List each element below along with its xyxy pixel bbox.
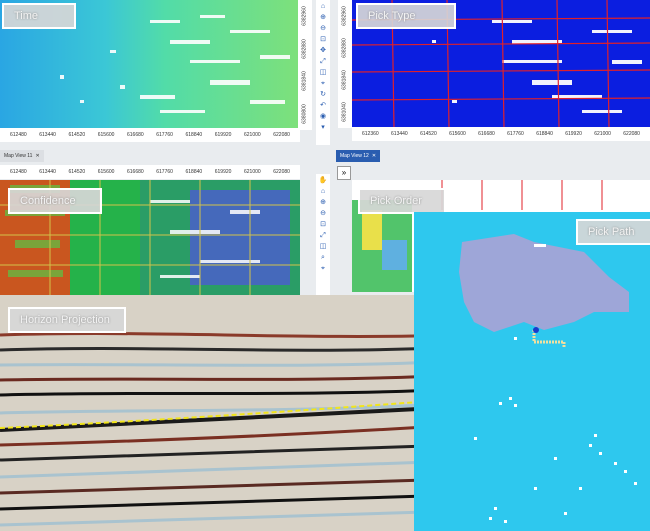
zoom-in-icon[interactable]: ⊕ xyxy=(320,14,326,22)
tick: 622080 xyxy=(273,169,290,175)
tick: 619920 xyxy=(565,131,582,137)
tick: 612480 xyxy=(10,132,27,138)
tick: 614520 xyxy=(68,132,86,138)
tick: 6381040 xyxy=(342,102,348,122)
measure-icon[interactable]: ⌖ xyxy=(321,265,325,273)
select-icon[interactable]: ◫ xyxy=(320,69,327,77)
measure-icon[interactable]: ⌖ xyxy=(321,80,325,88)
tick: 614520 xyxy=(420,131,437,137)
tick: 615600 xyxy=(97,169,115,175)
zoom-box-icon[interactable]: ⊡ xyxy=(320,221,326,229)
tab-label: Map View 12 xyxy=(340,153,369,159)
fit-icon[interactable]: ⤢ xyxy=(320,58,326,66)
tick: 616680 xyxy=(127,132,144,138)
pick-path-label: Pick Path xyxy=(576,219,650,245)
tick: 622080 xyxy=(623,131,640,137)
tick: 619920 xyxy=(214,169,232,175)
tick: 617760 xyxy=(156,169,173,175)
tick: 612480 xyxy=(10,169,27,175)
tick: 619920 xyxy=(214,132,232,138)
tick: 621000 xyxy=(244,132,261,138)
tick: 618840 xyxy=(536,131,553,137)
pan-icon[interactable]: ✥ xyxy=(320,47,326,55)
tick: 613440 xyxy=(39,132,56,138)
tick: 616680 xyxy=(478,131,495,137)
time-label: Time xyxy=(2,3,76,29)
tab-map-view-12[interactable]: Map View 12 ✕ xyxy=(336,150,381,162)
tab-map-view-11[interactable]: Map View 11 ✕ xyxy=(0,150,44,162)
map-toolbar-middle: ✋ ⌂ ⊕ ⊖ ⊡ ⤢ ◫ ⌕ ⌖ xyxy=(316,174,330,295)
tab-label: Map View 11 xyxy=(4,153,33,159)
tick: 621000 xyxy=(594,131,611,137)
tick: 6382880 xyxy=(302,39,308,59)
horizon-projection-label: Horizon Projection xyxy=(8,307,126,333)
zoom-out-icon[interactable]: ⊖ xyxy=(320,210,326,218)
close-icon[interactable]: ✕ xyxy=(372,153,376,159)
confidence-top-axis: 612480 613440 614520 615600 616680 61776… xyxy=(0,165,300,179)
tick: 618840 xyxy=(185,169,203,175)
pick-path-view[interactable] xyxy=(414,212,650,531)
tick: 616680 xyxy=(127,169,144,175)
tick: 613440 xyxy=(39,169,56,175)
more-icon[interactable]: ▾ xyxy=(321,124,325,132)
pan-hand-icon[interactable]: ✋ xyxy=(319,177,328,185)
tick: 613440 xyxy=(391,131,408,137)
home-icon[interactable]: ⌂ xyxy=(321,3,325,11)
select-icon[interactable]: ◫ xyxy=(320,243,327,251)
tick: 617760 xyxy=(156,132,173,138)
tick: 6380800 xyxy=(302,104,308,124)
tick: 621000 xyxy=(244,169,261,175)
zoom-box-icon[interactable]: ⊡ xyxy=(320,36,326,44)
tick: 612360 xyxy=(362,131,379,137)
tick: 6382960 xyxy=(342,6,348,26)
tick: 615600 xyxy=(97,132,115,138)
close-icon[interactable]: ✕ xyxy=(35,153,39,159)
tick: 615600 xyxy=(449,131,466,137)
tick: 6382880 xyxy=(342,38,348,58)
tick: 6382960 xyxy=(302,6,308,26)
expand-button[interactable]: » xyxy=(337,166,351,180)
undo-icon[interactable]: ↶ xyxy=(320,102,326,110)
fit-icon[interactable]: ⤢ xyxy=(320,232,326,240)
tick: 622080 xyxy=(273,132,290,138)
camera-icon[interactable]: ◉ xyxy=(320,113,326,121)
search-icon[interactable]: ⌕ xyxy=(321,254,325,262)
tick: 614520 xyxy=(68,169,86,175)
map-toolbar-top: ⌂ ⊕ ⊖ ⊡ ✥ ⤢ ◫ ⌖ ↻ ↶ ◉ ▾ xyxy=(316,0,330,145)
pick-type-label: Pick Type xyxy=(356,3,456,29)
tick: 6381840 xyxy=(302,71,308,91)
tick: 618840 xyxy=(185,132,203,138)
pick-type-y-axis: 6382960 6382880 6381840 6381040 xyxy=(338,0,352,128)
zoom-in-icon[interactable]: ⊕ xyxy=(320,199,326,207)
time-x-axis: 612480 613440 614520 615600 616680 61776… xyxy=(0,128,300,142)
zoom-out-icon[interactable]: ⊖ xyxy=(320,25,326,33)
pick-path-canvas xyxy=(414,212,650,531)
tick: 6381840 xyxy=(342,70,348,90)
pick-type-x-axis: 612360 613440 614520 615600 616680 61776… xyxy=(352,127,650,141)
confidence-label: Confidence xyxy=(8,188,102,214)
tick: 617760 xyxy=(507,131,524,137)
refresh-icon[interactable]: ↻ xyxy=(320,91,326,99)
home-icon[interactable]: ⌂ xyxy=(321,188,325,196)
pick-order-label: Pick Order xyxy=(358,188,446,214)
time-y-axis: 6382960 6382880 6381840 6380800 xyxy=(298,0,312,130)
